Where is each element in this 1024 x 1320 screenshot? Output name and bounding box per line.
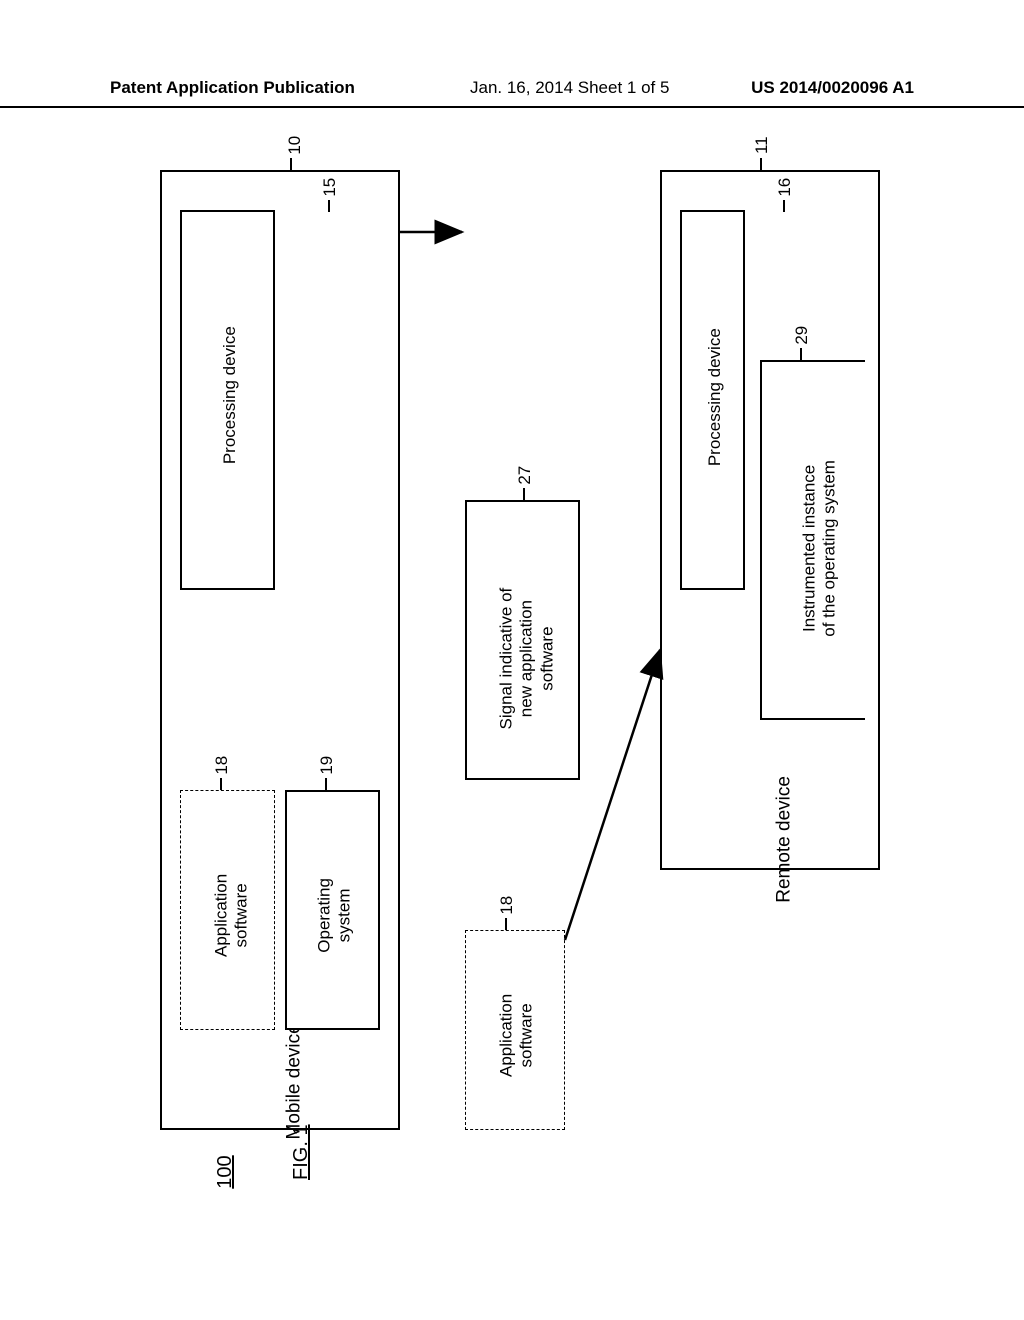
leader-11 [760, 158, 762, 170]
diagram-canvas: 10 Mobile device 15 Processing device 18… [160, 170, 880, 1130]
ref-10: 10 [285, 135, 305, 155]
header-middle: Jan. 16, 2014 Sheet 1 of 5 [470, 78, 669, 98]
diagram-arrows [160, 170, 880, 1130]
header-right: US 2014/0020096 A1 [751, 78, 914, 98]
patent-header: Patent Application Publication Jan. 16, … [0, 78, 1024, 108]
ref-11: 11 [752, 135, 772, 155]
leader-10 [290, 158, 292, 170]
ref-100: 100 [213, 1147, 237, 1197]
header-left: Patent Application Publication [110, 78, 355, 98]
figure-label: FIG. 1 [290, 1124, 313, 1180]
